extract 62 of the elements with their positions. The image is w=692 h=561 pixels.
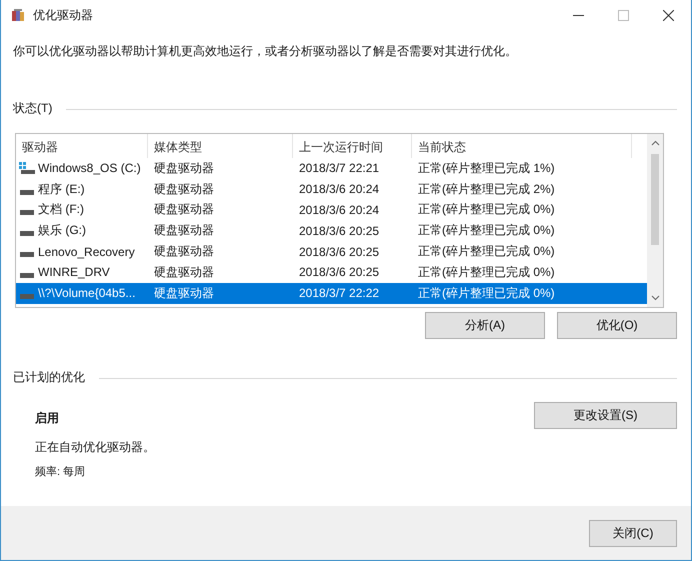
last-run-time: 2018/3/6 20:24 xyxy=(298,202,380,217)
current-status: 正常(碎片整理已完成 0%) xyxy=(417,222,556,240)
media-type: 硬盘驱动器 xyxy=(153,201,215,218)
action-button[interactable]: 优化(O) xyxy=(557,312,677,339)
system-drive-icon xyxy=(19,162,35,174)
drive-icon xyxy=(20,272,34,278)
column-header[interactable]: 当前状态 xyxy=(412,134,632,158)
drive-row[interactable]: 文档 (F:) 硬盘驱动器 2018/3/6 20:24 正常(碎片整理已完成 0%) xyxy=(16,200,647,220)
action-button[interactable]: 分析(A) xyxy=(425,312,545,339)
description-text: 你可以优化驱动器以帮助计算机更高效地运行，或者分析驱动器以了解是否需要对其进行优化。 xyxy=(13,43,518,60)
schedule-state: 启用 xyxy=(35,410,60,427)
drive-row[interactable]: Lenovo_Recovery 硬盘驱动器 2018/3/6 20:25 正常(碎片整理已完成 0%) xyxy=(16,241,647,262)
drive-icon xyxy=(20,252,34,258)
drive-name: WINRE_DRV xyxy=(38,265,110,280)
current-status: 正常(碎片整理已完成 1%) xyxy=(417,160,556,177)
window-title: 优化驱动器 xyxy=(33,6,93,24)
drive-name: 文档 (F:) xyxy=(38,201,84,218)
current-status: 正常(碎片整理已完成 0%) xyxy=(417,284,556,302)
last-run-time: 2018/3/6 20:25 xyxy=(298,224,380,238)
drive-icon xyxy=(20,231,34,236)
current-status: 正常(碎片整理已完成 0%) xyxy=(417,264,556,281)
media-type: 硬盘驱动器 xyxy=(153,243,215,260)
change-settings-button[interactable]: 更改设置(S) xyxy=(534,402,677,429)
drive-row[interactable]: 娱乐 (G:) 硬盘驱动器 2018/3/6 20:25 正常(碎片整理已完成 0%) xyxy=(16,220,647,242)
media-type: 硬盘驱动器 xyxy=(153,222,215,240)
column-header[interactable]: 媒体类型 xyxy=(148,134,293,158)
last-run-time: 2018/3/7 22:22 xyxy=(298,286,380,300)
scroll-up-icon[interactable] xyxy=(650,140,660,146)
media-type: 硬盘驱动器 xyxy=(153,180,215,198)
scroll-down-icon[interactable] xyxy=(650,295,660,301)
scrollbar[interactable] xyxy=(647,134,663,307)
current-status: 正常(碎片整理已完成 2%) xyxy=(417,180,556,198)
drive-name: 程序 (E:) xyxy=(38,180,85,198)
drive-row[interactable]: WINRE_DRV 硬盘驱动器 2018/3/6 20:25 正常(碎片整理已完成 0%) xyxy=(16,262,647,283)
last-run-time: 2018/3/7 22:21 xyxy=(298,161,380,176)
close-button[interactable]: 关闭(C) xyxy=(589,520,677,546)
current-status: 正常(碎片整理已完成 0%) xyxy=(417,201,556,218)
last-run-time: 2018/3/6 20:25 xyxy=(298,244,380,259)
section-title: 已计划的优化 xyxy=(13,369,85,386)
last-run-time: 2018/3/6 20:25 xyxy=(298,265,380,280)
current-status: 正常(碎片整理已完成 0%) xyxy=(417,243,556,260)
schedule-frequency: 频率: 每周 xyxy=(35,464,86,479)
drive-icon xyxy=(20,294,34,299)
close-icon[interactable] xyxy=(663,10,674,20)
drive-row[interactable]: \\?\Volume{04b5... 硬盘驱动器 2018/3/7 22:22 正常(碎片整理已完成 0%) xyxy=(16,282,647,304)
drive-name: Windows8_OS (C:) xyxy=(38,161,141,176)
drive-row[interactable]: Windows8_OS (C:) 硬盘驱动器 2018/3/7 22:21 正常(碎片整理已完成 1%) xyxy=(16,158,647,179)
schedule-note: 正在自动优化驱动器。 xyxy=(35,439,155,456)
drive-name: Lenovo_Recovery xyxy=(38,244,135,259)
drive-name: \\?\Volume{04b5... xyxy=(38,286,136,300)
drive-row[interactable]: 程序 (E:) 硬盘驱动器 2018/3/6 20:24 正常(碎片整理已完成 2%) xyxy=(16,178,647,200)
column-header[interactable]: 驱动器 xyxy=(16,134,148,158)
column-header[interactable]: 上一次运行时间 xyxy=(293,134,412,158)
last-run-time: 2018/3/6 20:24 xyxy=(298,182,380,196)
media-type: 硬盘驱动器 xyxy=(153,284,215,302)
section-title: 状态(T) xyxy=(13,100,52,117)
media-type: 硬盘驱动器 xyxy=(153,160,215,177)
drive-icon xyxy=(20,190,34,195)
defrag-app-icon xyxy=(11,8,25,22)
drive-name: 娱乐 (G:) xyxy=(38,222,86,240)
drive-icon xyxy=(20,210,34,216)
media-type: 硬盘驱动器 xyxy=(153,264,215,281)
